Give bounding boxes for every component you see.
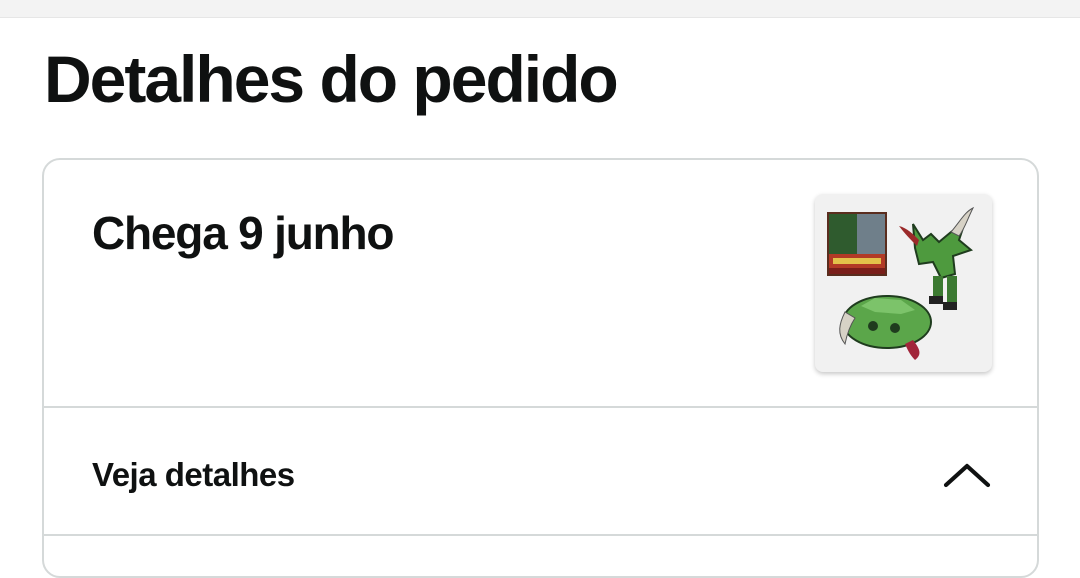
- chevron-up-icon: [943, 463, 991, 488]
- see-details-toggle[interactable]: Veja detalhes: [44, 408, 1037, 536]
- top-strip: [0, 0, 1080, 18]
- transformers-toy-product-icon: [827, 206, 975, 360]
- product-image[interactable]: [815, 194, 992, 372]
- page-title: Detalhes do pedido: [44, 42, 619, 116]
- order-card-header: Chega 9 junho: [44, 160, 1037, 408]
- order-card: Chega 9 junho Veja detalhes: [42, 158, 1039, 578]
- see-details-label: Veja detalhes: [92, 456, 295, 493]
- arrival-date: Chega 9 junho: [92, 207, 395, 259]
